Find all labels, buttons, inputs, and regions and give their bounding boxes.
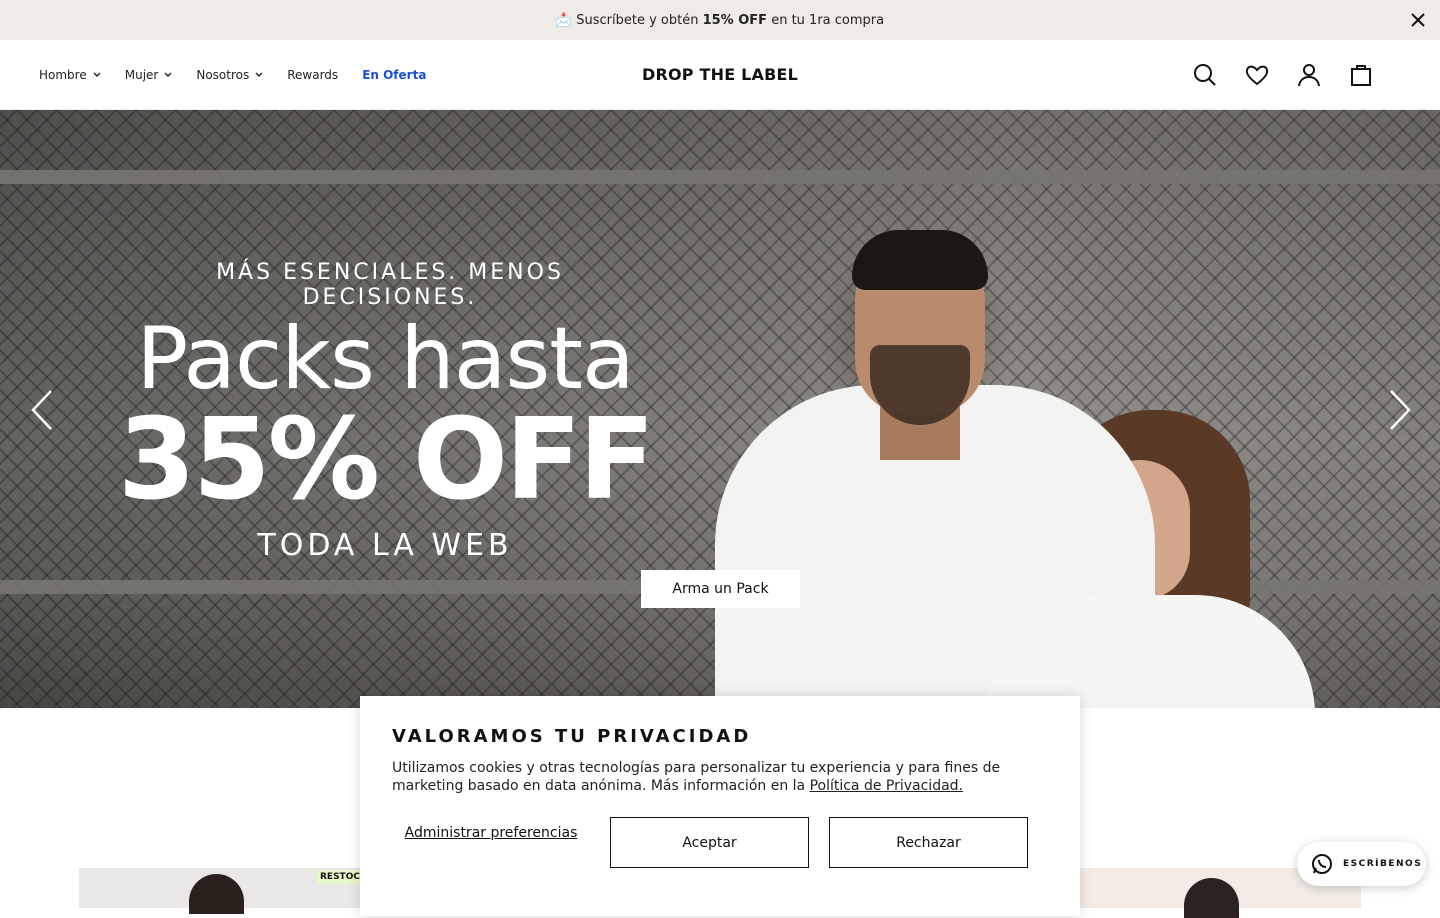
hero-headline: Packs hasta [136,309,634,409]
heart-icon[interactable] [1244,62,1270,88]
nav-item-label: Rewards [287,68,339,82]
nav-item-label: Mujer [124,68,159,82]
nav-item-label: Nosotros [196,68,250,82]
chevron-left-icon[interactable] [27,388,57,432]
product-image [189,874,244,914]
arma-un-pack-button[interactable]: Arma un Pack [641,570,800,608]
cookie-actions: Administrar preferencias Aceptar Rechaza… [392,817,1048,868]
header-actions [1192,62,1374,88]
fence-rail [0,170,1440,184]
user-icon[interactable] [1296,62,1322,88]
hero-subtitle: TODA LA WEB [257,528,513,563]
nav-item-nosotros[interactable]: Nosotros [196,68,263,82]
main-nav: Hombre Mujer Nosotros Rewards En Oferta [39,40,426,110]
logo-text[interactable]: DROP THE LABEL [642,65,798,84]
chat-label: ESCRÍBENOS [1343,859,1423,869]
chevron-right-icon[interactable] [1385,388,1415,432]
product-card[interactable]: RESTOCK [79,868,370,914]
product-image [1184,878,1239,918]
nav-item-label: Hombre [39,68,87,82]
announcement-text-end: en tu 1ra compra [771,12,885,28]
hero-discount: 35% OFF [117,395,655,525]
site-header: Hombre Mujer Nosotros Rewards En Oferta … [0,40,1440,110]
nav-item-mujer[interactable]: Mujer [125,68,173,82]
nav-item-label: En Oferta [362,68,427,82]
nav-item-rewards[interactable]: Rewards [287,68,338,82]
announcement-highlight: 15% OFF [702,12,768,28]
whatsapp-chat-button[interactable]: ESCRÍBENOS [1297,842,1426,886]
accept-button[interactable]: Aceptar [610,817,809,868]
nav-item-hombre[interactable]: Hombre [39,68,101,82]
whatsapp-icon [1312,854,1332,874]
mail-emoji-icon: 📩 [555,12,573,28]
close-icon[interactable] [1408,10,1428,30]
chevron-down-icon [93,72,101,77]
cart-icon[interactable] [1348,62,1374,88]
announcement-bar: 📩 Suscríbete y obtén 15% OFF en tu 1ra c… [0,0,1440,40]
hero-copy: MÁS ESENCIALES. MENOS DECISIONES. Packs … [115,260,655,563]
hero-kicker: MÁS ESENCIALES. MENOS DECISIONES. [216,260,564,310]
model-man-hair [852,230,988,290]
chevron-down-icon [164,72,172,77]
cookie-consent-modal: VALORAMOS TU PRIVACIDAD Utilizamos cooki… [360,696,1080,916]
manage-preferences-link[interactable]: Administrar preferencias [392,825,590,842]
nav-item-en-oferta[interactable]: En Oferta [362,68,426,82]
reject-button[interactable]: Rechazar [829,817,1028,868]
privacy-policy-link[interactable]: Política de Privacidad. [810,778,963,794]
search-icon[interactable] [1192,62,1218,88]
hero-banner: MÁS ESENCIALES. MENOS DECISIONES. Packs … [0,110,1440,708]
chevron-down-icon [255,72,263,77]
announcement-text: Suscríbete y obtén [576,12,699,28]
cookie-title: VALORAMOS TU PRIVACIDAD [392,726,752,747]
cookie-body: Utilizamos cookies y otras tecnologías p… [392,759,1032,795]
